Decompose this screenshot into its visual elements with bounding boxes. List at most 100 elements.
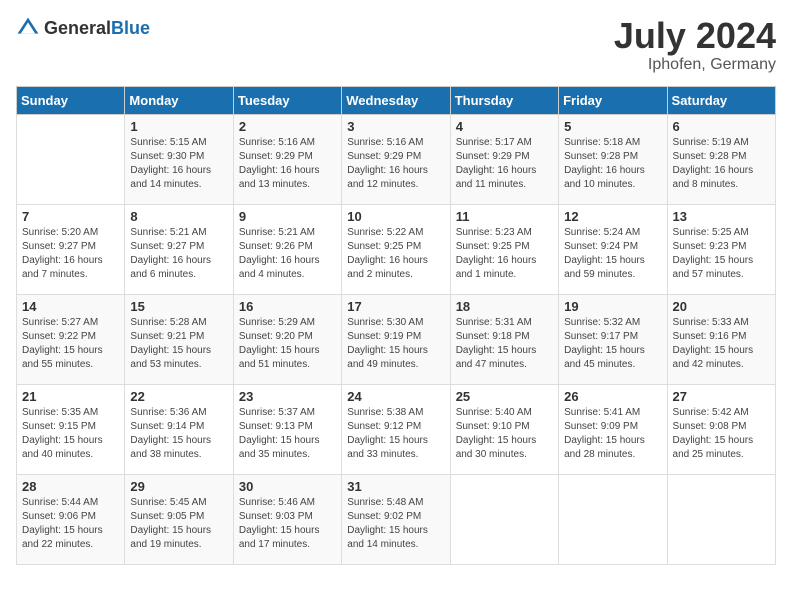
weekday-header-sunday: Sunday <box>17 86 125 114</box>
day-info: Sunrise: 5:18 AM Sunset: 9:28 PM Dayligh… <box>564 136 661 192</box>
weekday-header-tuesday: Tuesday <box>233 86 341 114</box>
day-info: Sunrise: 5:38 AM Sunset: 9:12 PM Dayligh… <box>347 406 444 462</box>
calendar-cell: 4 Sunrise: 5:17 AM Sunset: 9:29 PM Daylig… <box>450 114 558 204</box>
day-info: Sunrise: 5:22 AM Sunset: 9:25 PM Dayligh… <box>347 226 444 282</box>
day-number: 25 <box>456 389 553 404</box>
logo-text-blue: Blue <box>111 18 150 38</box>
calendar-cell: 27Sunrise: 5:42 AM Sunset: 9:08 PM Dayli… <box>667 384 775 474</box>
calendar-table: SundayMondayTuesdayWednesdayThursdayFrid… <box>16 86 776 565</box>
day-number: 18 <box>456 299 553 314</box>
day-info: Sunrise: 5:25 AM Sunset: 9:23 PM Dayligh… <box>673 226 770 282</box>
day-info: Sunrise: 5:32 AM Sunset: 9:17 PM Dayligh… <box>564 316 661 372</box>
calendar-cell: 15Sunrise: 5:28 AM Sunset: 9:21 PM Dayli… <box>125 294 233 384</box>
day-info: Sunrise: 5:31 AM Sunset: 9:18 PM Dayligh… <box>456 316 553 372</box>
day-info: Sunrise: 5:29 AM Sunset: 9:20 PM Dayligh… <box>239 316 336 372</box>
day-info: Sunrise: 5:44 AM Sunset: 9:06 PM Dayligh… <box>22 496 119 552</box>
day-info: Sunrise: 5:23 AM Sunset: 9:25 PM Dayligh… <box>456 226 553 282</box>
day-number: 15 <box>130 299 227 314</box>
calendar-cell <box>450 474 558 564</box>
day-number: 31 <box>347 479 444 494</box>
calendar-cell: 23Sunrise: 5:37 AM Sunset: 9:13 PM Dayli… <box>233 384 341 474</box>
calendar-cell: 6Sunrise: 5:19 AM Sunset: 9:28 PM Daylig… <box>667 114 775 204</box>
calendar-cell: 24 Sunrise: 5:38 AM Sunset: 9:12 PM Dayli… <box>342 384 450 474</box>
day-number: 9 <box>239 209 336 224</box>
day-number: 3 <box>347 119 444 134</box>
calendar-week-1: 1Sunrise: 5:15 AM Sunset: 9:30 PM Daylig… <box>17 114 776 204</box>
day-info: Sunrise: 5:21 AM Sunset: 9:27 PM Dayligh… <box>130 226 227 282</box>
day-info: Sunrise: 5:16 AM Sunset: 9:29 PM Dayligh… <box>239 136 336 192</box>
day-number: 19 <box>564 299 661 314</box>
calendar-cell <box>559 474 667 564</box>
day-number: 6 <box>673 119 770 134</box>
calendar-cell: 26 Sunrise: 5:41 AM Sunset: 9:09 PM Dayli… <box>559 384 667 474</box>
day-info: Sunrise: 5:24 AM Sunset: 9:24 PM Dayligh… <box>564 226 661 282</box>
day-number: 21 <box>22 389 119 404</box>
logo: GeneralBlue <box>16 16 150 40</box>
day-info: Sunrise: 5:48 AM Sunset: 9:02 PM Dayligh… <box>347 496 444 552</box>
calendar-cell <box>667 474 775 564</box>
day-number: 22 <box>130 389 227 404</box>
day-number: 10 <box>347 209 444 224</box>
calendar-cell: 14 Sunrise: 5:27 AM Sunset: 9:22 PM Dayli… <box>17 294 125 384</box>
day-number: 30 <box>239 479 336 494</box>
calendar-cell: 28 Sunrise: 5:44 AM Sunset: 9:06 PM Dayli… <box>17 474 125 564</box>
day-number: 8 <box>130 209 227 224</box>
weekday-header-wednesday: Wednesday <box>342 86 450 114</box>
calendar-cell: 5Sunrise: 5:18 AM Sunset: 9:28 PM Daylig… <box>559 114 667 204</box>
day-number: 28 <box>22 479 119 494</box>
calendar-cell: 18 Sunrise: 5:31 AM Sunset: 9:18 PM Dayli… <box>450 294 558 384</box>
calendar-cell: 17Sunrise: 5:30 AM Sunset: 9:19 PM Dayli… <box>342 294 450 384</box>
calendar-week-5: 28 Sunrise: 5:44 AM Sunset: 9:06 PM Dayli… <box>17 474 776 564</box>
calendar-cell: 9 Sunrise: 5:21 AM Sunset: 9:26 PM Daylig… <box>233 204 341 294</box>
day-info: Sunrise: 5:17 AM Sunset: 9:29 PM Dayligh… <box>456 136 553 192</box>
day-info: Sunrise: 5:27 AM Sunset: 9:22 PM Dayligh… <box>22 316 119 372</box>
calendar-cell: 3 Sunrise: 5:16 AM Sunset: 9:29 PM Daylig… <box>342 114 450 204</box>
day-info: Sunrise: 5:37 AM Sunset: 9:13 PM Dayligh… <box>239 406 336 462</box>
day-number: 13 <box>673 209 770 224</box>
calendar-cell: 8 Sunrise: 5:21 AM Sunset: 9:27 PM Daylig… <box>125 204 233 294</box>
day-number: 4 <box>456 119 553 134</box>
day-info: Sunrise: 5:35 AM Sunset: 9:15 PM Dayligh… <box>22 406 119 462</box>
day-info: Sunrise: 5:41 AM Sunset: 9:09 PM Dayligh… <box>564 406 661 462</box>
calendar-cell: 21 Sunrise: 5:35 AM Sunset: 9:15 PM Dayli… <box>17 384 125 474</box>
calendar-cell: 16 Sunrise: 5:29 AM Sunset: 9:20 PM Dayli… <box>233 294 341 384</box>
weekday-header-thursday: Thursday <box>450 86 558 114</box>
weekday-header-row: SundayMondayTuesdayWednesdayThursdayFrid… <box>17 86 776 114</box>
day-number: 14 <box>22 299 119 314</box>
day-number: 20 <box>673 299 770 314</box>
day-info: Sunrise: 5:15 AM Sunset: 9:30 PM Dayligh… <box>130 136 227 192</box>
calendar-cell: 19 Sunrise: 5:32 AM Sunset: 9:17 PM Dayli… <box>559 294 667 384</box>
day-number: 7 <box>22 209 119 224</box>
day-number: 16 <box>239 299 336 314</box>
day-info: Sunrise: 5:40 AM Sunset: 9:10 PM Dayligh… <box>456 406 553 462</box>
day-number: 17 <box>347 299 444 314</box>
day-number: 26 <box>564 389 661 404</box>
logo-text-general: General <box>44 18 111 38</box>
day-info: Sunrise: 5:33 AM Sunset: 9:16 PM Dayligh… <box>673 316 770 372</box>
day-info: Sunrise: 5:45 AM Sunset: 9:05 PM Dayligh… <box>130 496 227 552</box>
weekday-header-saturday: Saturday <box>667 86 775 114</box>
location-subtitle: Iphofen, Germany <box>614 56 776 74</box>
calendar-cell: 2 Sunrise: 5:16 AM Sunset: 9:29 PM Daylig… <box>233 114 341 204</box>
calendar-cell: 7 Sunrise: 5:20 AM Sunset: 9:27 PM Daylig… <box>17 204 125 294</box>
day-info: Sunrise: 5:20 AM Sunset: 9:27 PM Dayligh… <box>22 226 119 282</box>
calendar-cell <box>17 114 125 204</box>
day-number: 24 <box>347 389 444 404</box>
day-number: 2 <box>239 119 336 134</box>
day-number: 11 <box>456 209 553 224</box>
calendar-cell: 12 Sunrise: 5:24 AM Sunset: 9:24 PM Dayli… <box>559 204 667 294</box>
calendar-cell: 1Sunrise: 5:15 AM Sunset: 9:30 PM Daylig… <box>125 114 233 204</box>
day-number: 12 <box>564 209 661 224</box>
day-info: Sunrise: 5:16 AM Sunset: 9:29 PM Dayligh… <box>347 136 444 192</box>
logo-icon <box>16 16 40 40</box>
calendar-cell: 31 Sunrise: 5:48 AM Sunset: 9:02 PM Dayli… <box>342 474 450 564</box>
calendar-cell: 22Sunrise: 5:36 AM Sunset: 9:14 PM Dayli… <box>125 384 233 474</box>
day-info: Sunrise: 5:21 AM Sunset: 9:26 PM Dayligh… <box>239 226 336 282</box>
page-header: GeneralBlue July 2024 Iphofen, Germany <box>16 16 776 74</box>
calendar-cell: 10 Sunrise: 5:22 AM Sunset: 9:25 PM Dayli… <box>342 204 450 294</box>
calendar-week-4: 21 Sunrise: 5:35 AM Sunset: 9:15 PM Dayli… <box>17 384 776 474</box>
calendar-week-2: 7 Sunrise: 5:20 AM Sunset: 9:27 PM Daylig… <box>17 204 776 294</box>
weekday-header-friday: Friday <box>559 86 667 114</box>
calendar-cell: 13 Sunrise: 5:25 AM Sunset: 9:23 PM Dayli… <box>667 204 775 294</box>
day-number: 27 <box>673 389 770 404</box>
